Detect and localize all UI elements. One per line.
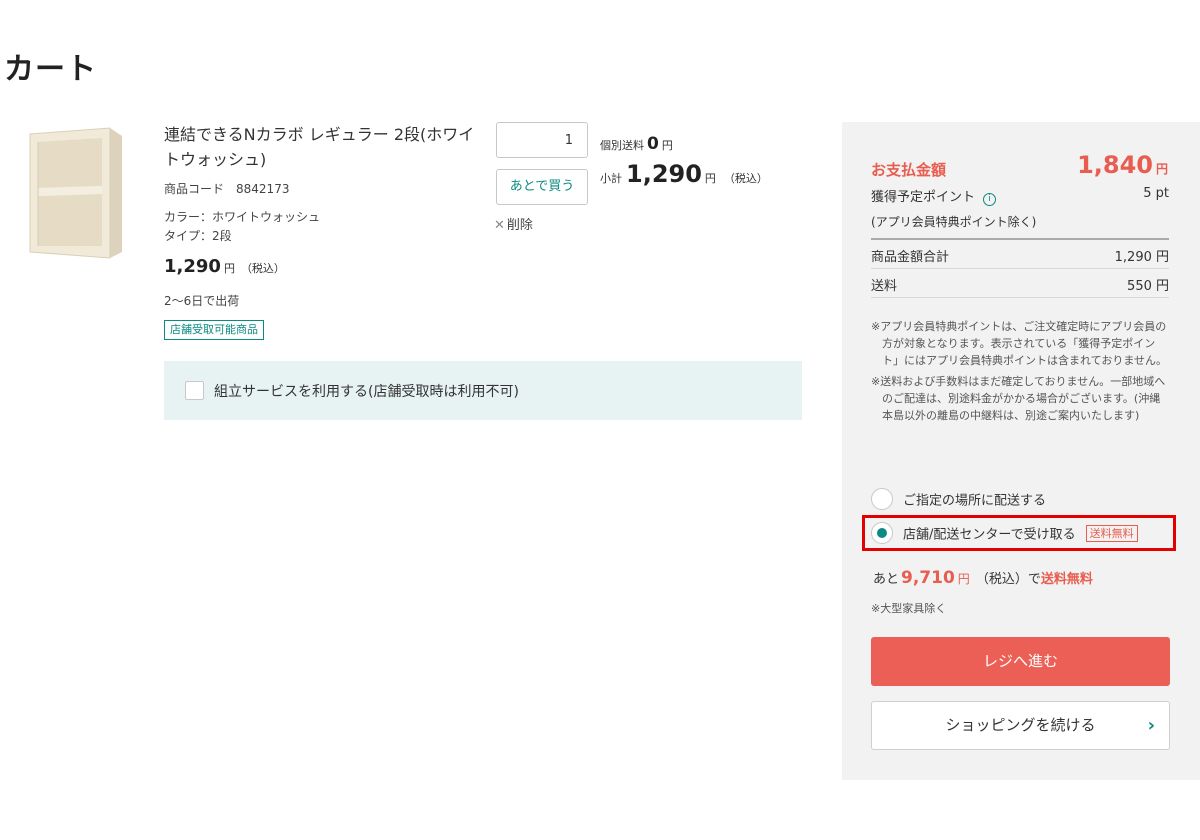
points-value: 5 pt: [1143, 186, 1169, 201]
ship-days: 2〜6日で出荷: [164, 294, 240, 308]
points-label: 獲得予定ポイント: [871, 190, 976, 205]
divider: [871, 268, 1169, 269]
subtotal-tax: （税込）: [723, 172, 768, 185]
free-shipping-remaining: あと 9,710 円 （税込）で送料無料: [873, 568, 1093, 588]
assembly-service-label[interactable]: 組立サービスを利用する(店舗受取時は利用不可): [214, 381, 519, 401]
store-pickup-badge: 店舗受取可能商品: [164, 320, 264, 340]
individual-shipping: 個別送料 0 円: [600, 134, 673, 154]
page-title: カート: [4, 52, 97, 87]
buy-later-button[interactable]: あとで買う: [496, 169, 588, 205]
delete-button[interactable]: ✕ 削除: [494, 214, 533, 233]
unit-price-unit: 円: [223, 262, 235, 275]
free-shipping-prefix: あと: [873, 572, 900, 587]
note-shipping-fees: ※送料および手数料はまだ確定しておりません。一部地域へのご配達は、別途料金がかか…: [871, 375, 1166, 422]
divider: [871, 238, 1169, 240]
product-color: カラー：ホワイトウォッシュ: [164, 210, 321, 224]
unit-price-value: 1,290: [164, 256, 221, 277]
free-shipping-badge: 送料無料: [1085, 524, 1138, 542]
continue-shopping-label: ショッピングを続ける: [945, 716, 1096, 734]
subtotal-unit: 円: [704, 172, 716, 185]
delivery-address-label: ご指定の場所に配送する: [903, 493, 1047, 509]
delivery-option-store[interactable]: 店舗/配送センターで受け取る 送料無料: [871, 522, 1138, 544]
product-image[interactable]: [24, 124, 124, 260]
note-app-points: ※アプリ会員特典ポイントは、ご注文確定時にアプリ会員の方が対象となります。表示さ…: [871, 320, 1168, 367]
delivery-store-radio[interactable]: [871, 522, 893, 544]
individual-shipping-value: 0: [647, 134, 659, 154]
free-shipping-tax: （税込）で: [975, 572, 1041, 587]
summary-notes: ※アプリ会員特典ポイントは、ご注文確定時にアプリ会員の方が対象となります。表示さ…: [871, 318, 1171, 428]
payment-total-unit: 円: [1155, 162, 1168, 176]
info-icon[interactable]: i: [983, 193, 997, 206]
subtotal: 小計 1,290 円 （税込）: [600, 160, 768, 188]
items-total-label: 商品金額合計: [871, 250, 950, 265]
payment-total-label: お支払金額: [871, 161, 947, 179]
subtotal-label: 小計: [600, 172, 622, 185]
points-note: (アプリ会員特典ポイント除く): [871, 215, 1037, 229]
individual-shipping-unit: 円: [661, 139, 673, 152]
delivery-option-address[interactable]: ご指定の場所に配送する: [871, 488, 1046, 510]
payment-total: 1,840 円: [1077, 151, 1168, 179]
delete-label: 削除: [506, 218, 533, 233]
quantity-input[interactable]: 1: [496, 122, 588, 158]
free-shipping-unit: 円: [957, 572, 970, 586]
product-name[interactable]: 連結できるNカラボ レギュラー 2段(ホワイトウォッシュ): [164, 122, 484, 172]
product-code-label: 商品コード: [164, 182, 225, 196]
payment-total-value: 1,840: [1077, 151, 1153, 179]
chevron-right-icon: ›: [1147, 715, 1155, 736]
large-furniture-note: ※大型家具除く: [871, 602, 947, 615]
close-icon: ✕: [494, 218, 505, 233]
unit-price-tax: （税込）: [240, 262, 285, 275]
order-summary-panel: お支払金額 1,840 円 獲得予定ポイント i 5 pt (アプリ会員特典ポイント…: [842, 122, 1200, 780]
checkout-button[interactable]: レジへ進む: [871, 637, 1170, 686]
delivery-store-label: 店舗/配送センターで受け取る: [903, 527, 1076, 543]
product-type: タイプ：2段: [164, 229, 232, 243]
subtotal-value: 1,290: [626, 160, 702, 188]
free-shipping-amount: 9,710: [901, 568, 955, 588]
shipping-label: 送料: [871, 279, 898, 294]
divider: [871, 297, 1169, 298]
unit-price: 1,290 円 （税込）: [164, 256, 285, 277]
assembly-service-checkbox[interactable]: [185, 381, 204, 400]
continue-shopping-button[interactable]: ショッピングを続ける ›: [871, 701, 1170, 750]
individual-shipping-label: 個別送料: [600, 139, 644, 152]
points-label-row: 獲得予定ポイント i: [871, 186, 997, 206]
items-total-value: 1,290 円: [1114, 250, 1169, 265]
free-shipping-text: 送料無料: [1040, 572, 1093, 587]
product-code-value: 8842173: [236, 182, 290, 196]
assembly-service-panel: 組立サービスを利用する(店舗受取時は利用不可): [164, 361, 802, 420]
shipping-value: 550 円: [1127, 279, 1169, 294]
product-code: 商品コード 8842173: [164, 180, 289, 197]
delivery-address-radio[interactable]: [871, 488, 893, 510]
